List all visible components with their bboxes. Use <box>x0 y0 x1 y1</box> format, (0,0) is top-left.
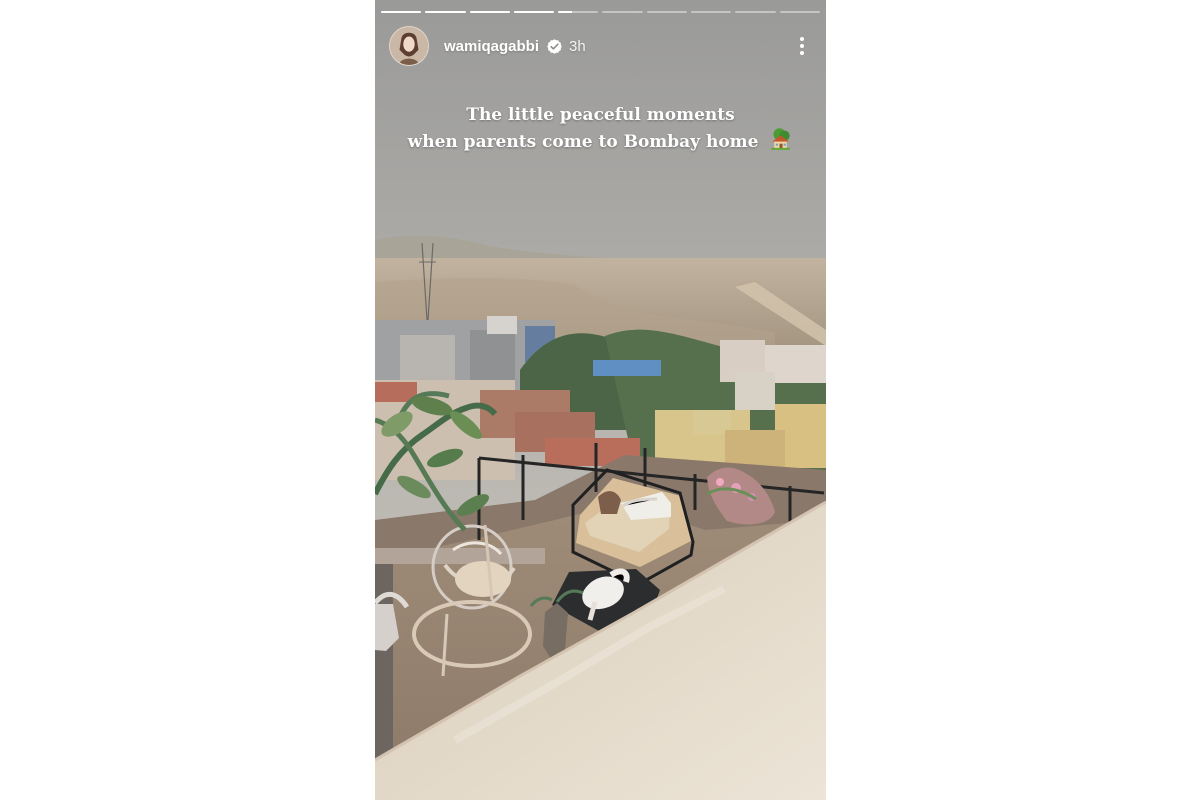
story-progress-segment <box>602 11 643 13</box>
story-progress-segment <box>735 11 776 13</box>
story-header: wamiqagabbi 3h <box>389 25 816 67</box>
story-progress-segment <box>558 11 599 13</box>
story-progress-segment <box>425 11 466 13</box>
caption-line-2: when parents come to Bombay home <box>407 132 759 152</box>
caption-line-1: The little peaceful moments <box>466 105 735 125</box>
story-progress-segment <box>779 11 820 13</box>
story-progress-segment <box>646 11 688 13</box>
story-caption: The little peaceful moments when parents… <box>375 103 826 154</box>
username[interactable]: wamiqagabbi <box>444 38 539 55</box>
story-progress-fill <box>513 11 555 13</box>
timestamp: 3h <box>569 37 586 55</box>
story-progress-fill <box>425 11 466 13</box>
avatar[interactable] <box>389 26 429 66</box>
page: wamiqagabbi 3h The little peaceful momen… <box>0 0 1200 800</box>
story-progress-segment <box>691 11 732 13</box>
more-options-button[interactable] <box>788 32 816 60</box>
story-viewer[interactable]: wamiqagabbi 3h The little peaceful momen… <box>375 0 826 800</box>
story-progress-segment <box>381 11 422 13</box>
story-progress-fill <box>558 11 573 13</box>
story-progress-fill <box>381 11 422 13</box>
more-options-icon <box>800 37 804 55</box>
story-progress-fill <box>469 11 510 13</box>
story-progress-bars <box>381 11 820 14</box>
house-with-garden-icon <box>771 128 791 150</box>
story-progress-segment <box>469 11 510 13</box>
story-progress-segment <box>513 11 555 13</box>
verified-badge-icon <box>547 38 562 54</box>
profile-photo <box>390 27 428 65</box>
caption-line-2-wrapper: when parents come to Bombay home <box>375 127 826 154</box>
